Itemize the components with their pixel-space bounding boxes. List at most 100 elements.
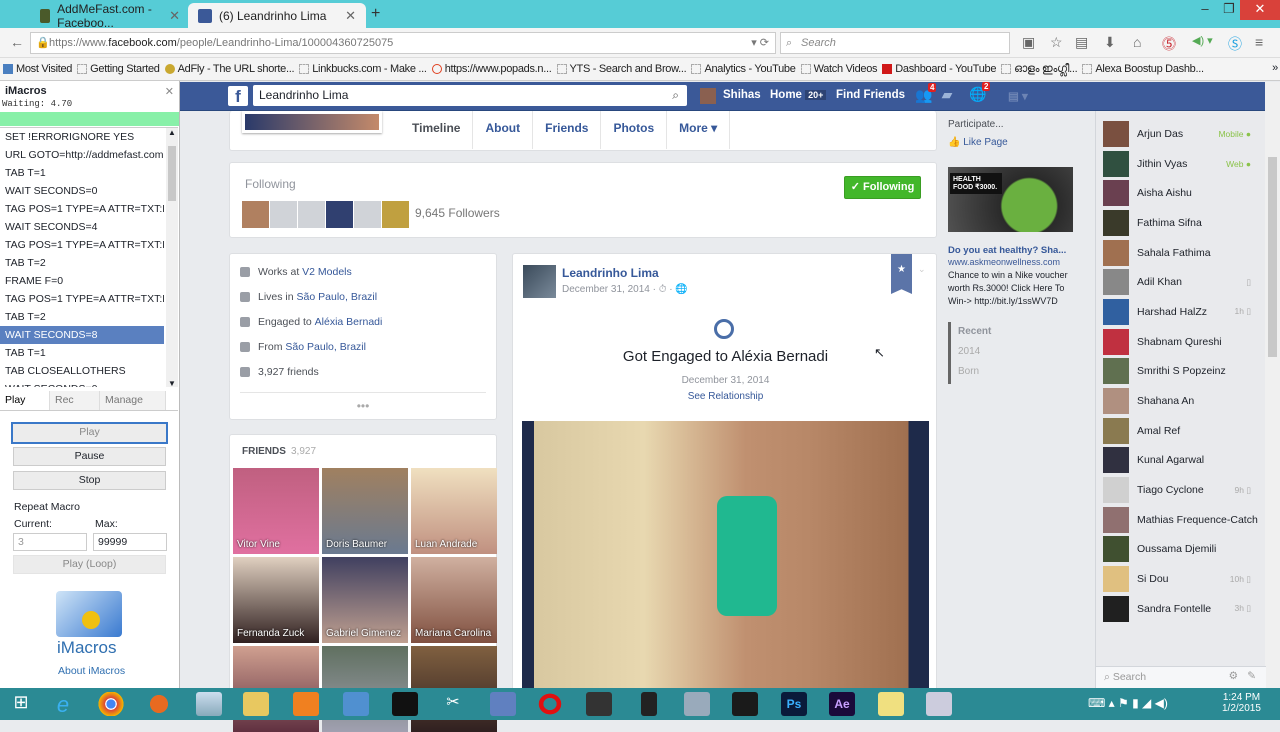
media-player-icon[interactable] (293, 692, 319, 716)
bookmark-analytics[interactable]: Analytics - YouTube (691, 63, 796, 75)
highlight-star-icon[interactable]: ★ (891, 254, 912, 294)
post-options-chevron-icon[interactable]: ⌄ (918, 264, 926, 275)
app-icon[interactable] (926, 692, 952, 716)
chat-contact[interactable]: Tiago Cyclone 9h ▯ (1096, 475, 1265, 505)
macro-line[interactable]: TAB T=1 (0, 344, 164, 362)
follower-avatar[interactable] (326, 201, 353, 228)
bookmark-popads[interactable]: https://www.popads.n... (431, 63, 552, 75)
chat-contact[interactable]: Adil Khan ▯ (1096, 267, 1265, 297)
page-scrollbar[interactable] (1265, 82, 1280, 688)
play-button[interactable]: Play (11, 422, 168, 444)
macro-line[interactable]: FRAME F=0 (0, 272, 164, 290)
facebook-search-input[interactable]: Leandrinho Lima ⌕ (253, 85, 687, 106)
friend-tile[interactable]: Luan Andrade (411, 468, 497, 554)
facebook-logo-icon[interactable]: f (228, 86, 248, 106)
chat-contact[interactable]: Fathima Sifna (1096, 208, 1265, 238)
profile-tab-about[interactable]: About (473, 111, 534, 149)
bookmark-yts[interactable]: YTS - Search and Brow... (556, 63, 687, 75)
macro-line[interactable]: URL GOTO=http://addmefast.com... (0, 146, 164, 164)
stop-button[interactable]: Stop (13, 471, 166, 490)
app-icon[interactable] (196, 692, 222, 716)
file-explorer-icon[interactable] (243, 692, 269, 716)
chat-settings-gear-icon[interactable]: ⚙ (1229, 670, 1238, 682)
url-bar[interactable]: 🔒 https://www.facebook.com/people/Leandri… (30, 32, 776, 54)
macro-line[interactable]: WAIT SECONDS=0 (0, 380, 164, 387)
search-icon[interactable]: ⌕ (672, 85, 679, 106)
chat-contact[interactable]: Kunal Agarwal (1096, 446, 1265, 476)
max-loop-input[interactable]: 99999 (93, 533, 167, 551)
chat-contact[interactable]: Mathias Frequence-Catch (1096, 505, 1265, 535)
friend-tile[interactable]: Mariana Carolina (411, 557, 497, 643)
internet-explorer-icon[interactable]: e (50, 692, 76, 717)
macro-script-list[interactable]: SET !ERRORIGNORE YES URL GOTO=http://addm… (0, 127, 178, 387)
opera-icon[interactable] (537, 692, 563, 716)
bookmark-getting-started[interactable]: Getting Started (77, 63, 160, 75)
chat-contact[interactable]: Si Dou 10h ▯ (1096, 564, 1265, 594)
see-relationship-link[interactable]: See Relationship (513, 391, 938, 402)
macro-line[interactable]: WAIT SECONDS=4 (0, 218, 164, 236)
chat-contact[interactable]: Smrithi S Popzeinz (1096, 357, 1265, 387)
app-icon[interactable] (490, 692, 516, 716)
about-imacros-link[interactable]: About iMacros (58, 665, 125, 677)
windows-start-icon[interactable]: ⊞ (8, 692, 34, 716)
tab-addmefast[interactable]: AddMeFast.com - Faceboo... ✕ (30, 2, 190, 30)
friends-title[interactable]: FRIENDS (242, 446, 286, 457)
follower-avatar[interactable] (298, 201, 325, 228)
privacy-icon[interactable]: ▤ ▾ (1008, 89, 1028, 103)
chat-contact[interactable]: Oussama Djemili (1096, 535, 1265, 565)
bookmark-alexa[interactable]: Alexa Boostup Dashb... (1082, 63, 1204, 75)
browser-search-input[interactable]: ⌕ Search (780, 32, 1010, 54)
chat-contact[interactable]: Jithin Vyas Web ● (1096, 149, 1265, 179)
chrome-icon[interactable] (98, 692, 124, 716)
intro-link[interactable]: V2 Models (302, 266, 352, 278)
addon-icon[interactable]: ▣ (1022, 34, 1035, 51)
post-date[interactable]: December 31, 2014 · ⏱ · 🌐 (562, 284, 688, 295)
volume-icon[interactable]: ◀) ▾ (1192, 34, 1213, 47)
friend-tile[interactable]: Vitor Vine (233, 468, 319, 554)
chat-search-input[interactable]: ⌕ Search ⚙ ✎ (1096, 666, 1266, 688)
after-effects-icon[interactable]: Ae (829, 692, 855, 716)
bookmark-adfly[interactable]: AdFly - The URL shorte... (164, 63, 295, 75)
pause-button[interactable]: Pause (13, 447, 166, 466)
bookmark-star-icon[interactable]: ☆ (1050, 34, 1063, 51)
scroll-up-icon[interactable]: ▲ (168, 128, 176, 137)
ad-title[interactable]: Do you eat healthy? Sha... (948, 245, 1066, 256)
bookmark-dashboard-youtube[interactable]: Dashboard - YouTube (882, 63, 996, 75)
phone-app-icon[interactable] (641, 692, 657, 716)
bookmark-malayalam[interactable]: ഓളം ഇംഗ്ലീ... (1001, 63, 1078, 76)
author-avatar[interactable] (523, 265, 556, 298)
intro-link[interactable]: São Paulo, Brazil (297, 291, 378, 303)
profile-link[interactable]: Shihas (723, 89, 761, 101)
app-icon[interactable] (586, 692, 612, 716)
home-icon[interactable]: ⌂ (1133, 34, 1141, 50)
find-friends-link[interactable]: Find Friends (836, 89, 905, 101)
bookmark-watch-videos[interactable]: Watch Videos (800, 63, 878, 75)
new-tab-icon[interactable]: + (371, 5, 380, 23)
macro-line[interactable]: TAB T=2 (0, 308, 164, 326)
chat-contact[interactable]: Aisha Aishu (1096, 178, 1265, 208)
download-icon[interactable]: ⬇ (1104, 34, 1116, 51)
macro-line[interactable]: SET !ERRORIGNORE YES (0, 128, 164, 146)
scroll-down-icon[interactable]: ▼ (168, 379, 176, 387)
user-avatar[interactable] (700, 88, 716, 104)
back-icon[interactable]: ← (10, 34, 24, 50)
follower-avatar[interactable] (242, 201, 269, 228)
macro-line[interactable]: TAB T=2 (0, 254, 164, 272)
home-link[interactable]: Home 20+ (770, 89, 827, 101)
chat-contact[interactable]: Sandra Fontelle 3h ▯ (1096, 594, 1265, 624)
messages-icon[interactable]: ▰ (942, 87, 952, 103)
like-page-button[interactable]: 👍 Like Page (948, 137, 1008, 148)
photoshop-icon[interactable]: Ps (781, 692, 807, 716)
chat-contact[interactable]: Sahala Fathima (1096, 238, 1265, 268)
macro-line[interactable]: WAIT SECONDS=0 (0, 182, 164, 200)
tab-play[interactable]: Play (0, 391, 50, 410)
app-icon[interactable] (343, 692, 369, 716)
post-author[interactable]: Leandrinho Lima (562, 266, 659, 280)
new-message-icon[interactable]: ✎ (1247, 670, 1256, 682)
menu-icon[interactable]: ≡ (1255, 34, 1263, 50)
chat-contact[interactable]: Shahana An (1096, 386, 1265, 416)
sticky-notes-icon[interactable] (878, 692, 904, 716)
current-loop-input[interactable]: 3 (13, 533, 87, 551)
friend-tile[interactable]: Doris Baumer (322, 468, 408, 554)
followers-count[interactable]: 9,645 Followers (415, 206, 500, 220)
